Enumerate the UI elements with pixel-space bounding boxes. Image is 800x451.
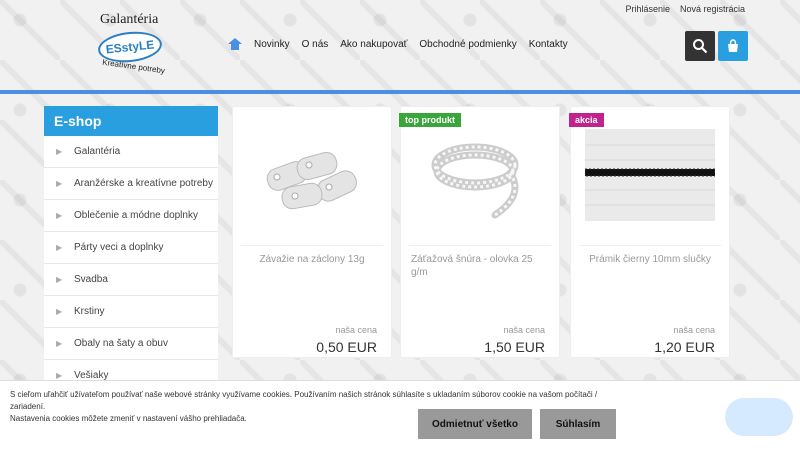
accept-button[interactable]: Súhlasím xyxy=(540,409,616,439)
register-link[interactable]: Nová registrácia xyxy=(680,4,745,14)
search-button[interactable] xyxy=(685,31,715,61)
product-price: 0,50 EUR xyxy=(316,339,377,355)
price-label: naša cena xyxy=(335,325,377,335)
arrow-right-icon: ▶ xyxy=(56,339,63,348)
sidebar-item-label: Aranžérske a kreatívne potreby xyxy=(74,178,213,189)
arrow-right-icon: ▶ xyxy=(56,147,63,156)
sidebar-item-label: Galantéria xyxy=(74,146,121,157)
product-image-ribbon[interactable] xyxy=(585,125,715,225)
logo-top-text: Galantéria xyxy=(100,12,159,27)
sidebar-item-label: Párty veci a doplnky xyxy=(74,242,164,253)
product-card[interactable]: top produkt Záťažová šnúra - olovka 25 g… xyxy=(399,106,560,358)
sidebar: E-shop ▶ Galantéria ▶ Aranžérske a kreatív… xyxy=(44,106,218,392)
sidebar-item-label: Krstiny xyxy=(74,306,105,317)
sidebar-item-party[interactable]: ▶ Párty veci a doplnky xyxy=(44,232,218,264)
header-divider xyxy=(0,90,800,94)
sidebar-item-aranzerske[interactable]: ▶ Aranžérske a kreatívne potreby xyxy=(44,168,218,200)
header: Galantéria ESstyLE Kreatívne potreby Pri… xyxy=(0,0,800,90)
arrow-right-icon: ▶ xyxy=(56,211,63,220)
cookie-banner: S cieľom uľahčiť užívateľom používať naš… xyxy=(0,380,800,451)
cookie-text-line2: Nastavenia cookies môžete zmeniť v nasta… xyxy=(10,414,247,423)
product-separator xyxy=(409,245,551,246)
arrow-right-icon: ▶ xyxy=(56,275,63,284)
sidebar-item-oblecenie[interactable]: ▶ Oblečenie a módne doplnky xyxy=(44,200,218,232)
sidebar-list: ▶ Galantéria ▶ Aranžérske a kreatívne potr… xyxy=(44,136,218,392)
main-nav: Novinky O nás Ako nakupovať Obchodné pod… xyxy=(228,38,568,50)
cart-button[interactable] xyxy=(718,31,748,61)
sidebar-item-label: Oblečenie a módne doplnky xyxy=(74,210,198,221)
top-links: Prihlásenie Nová registrácia xyxy=(625,4,745,14)
sidebar-item-svadba[interactable]: ▶ Svadba xyxy=(44,264,218,296)
product-price: 1,50 EUR xyxy=(484,339,545,355)
logo[interactable]: Galantéria ESstyLE Kreatívne potreby xyxy=(92,10,172,78)
product-image-weights[interactable] xyxy=(247,125,377,225)
sidebar-item-label: Svadba xyxy=(74,274,108,285)
nav-ako-nakupovat[interactable]: Ako nakupovať xyxy=(340,39,407,50)
cookie-text: S cieľom uľahčiť užívateľom používať naš… xyxy=(10,389,630,425)
nav-obchodne-podmienky[interactable]: Obchodné podmienky xyxy=(419,39,516,50)
nav-o-nas[interactable]: O nás xyxy=(302,39,329,50)
sidebar-item-galanteria[interactable]: ▶ Galantéria xyxy=(44,136,218,168)
nav-kontakty[interactable]: Kontakty xyxy=(529,39,568,50)
chat-icon[interactable] xyxy=(725,398,793,436)
product-name[interactable]: Záťažová šnúra - olovka 25 g/m xyxy=(411,253,549,279)
product-card[interactable]: Závažie na záclony 13g naša cena 0,50 EU… xyxy=(232,106,392,358)
arrow-right-icon: ▶ xyxy=(56,243,63,252)
search-icon xyxy=(693,39,708,54)
nav-novinky[interactable]: Novinky xyxy=(254,39,290,50)
price-label: naša cena xyxy=(503,325,545,335)
product-separator xyxy=(241,245,383,246)
product-image-cord[interactable] xyxy=(415,125,545,225)
sidebar-item-krstiny[interactable]: ▶ Krstiny xyxy=(44,296,218,328)
home-icon[interactable] xyxy=(228,38,242,50)
sidebar-title: E-shop xyxy=(44,106,218,136)
reject-all-button[interactable]: Odmietnuť všetko xyxy=(418,409,532,439)
product-price: 1,20 EUR xyxy=(654,339,715,355)
sidebar-item-label: Obaly na šaty a obuv xyxy=(74,338,168,349)
sidebar-item-obaly[interactable]: ▶ Obaly na šaty a obuv xyxy=(44,328,218,360)
product-name[interactable]: Prámik čierny 10mm slučky xyxy=(581,253,719,266)
product-separator xyxy=(579,245,721,246)
product-card[interactable]: akcia Prámik čierny 10mm slučky naša cen… xyxy=(569,106,730,358)
cart-icon xyxy=(728,39,738,52)
arrow-right-icon: ▶ xyxy=(56,179,63,188)
login-link[interactable]: Prihlásenie xyxy=(625,4,670,14)
arrow-right-icon: ▶ xyxy=(56,307,63,316)
product-name[interactable]: Závažie na záclony 13g xyxy=(243,253,381,266)
cookie-text-line1: S cieľom uľahčiť užívateľom používať naš… xyxy=(10,390,598,411)
arrow-right-icon: ▶ xyxy=(56,371,63,380)
price-label: naša cena xyxy=(673,325,715,335)
